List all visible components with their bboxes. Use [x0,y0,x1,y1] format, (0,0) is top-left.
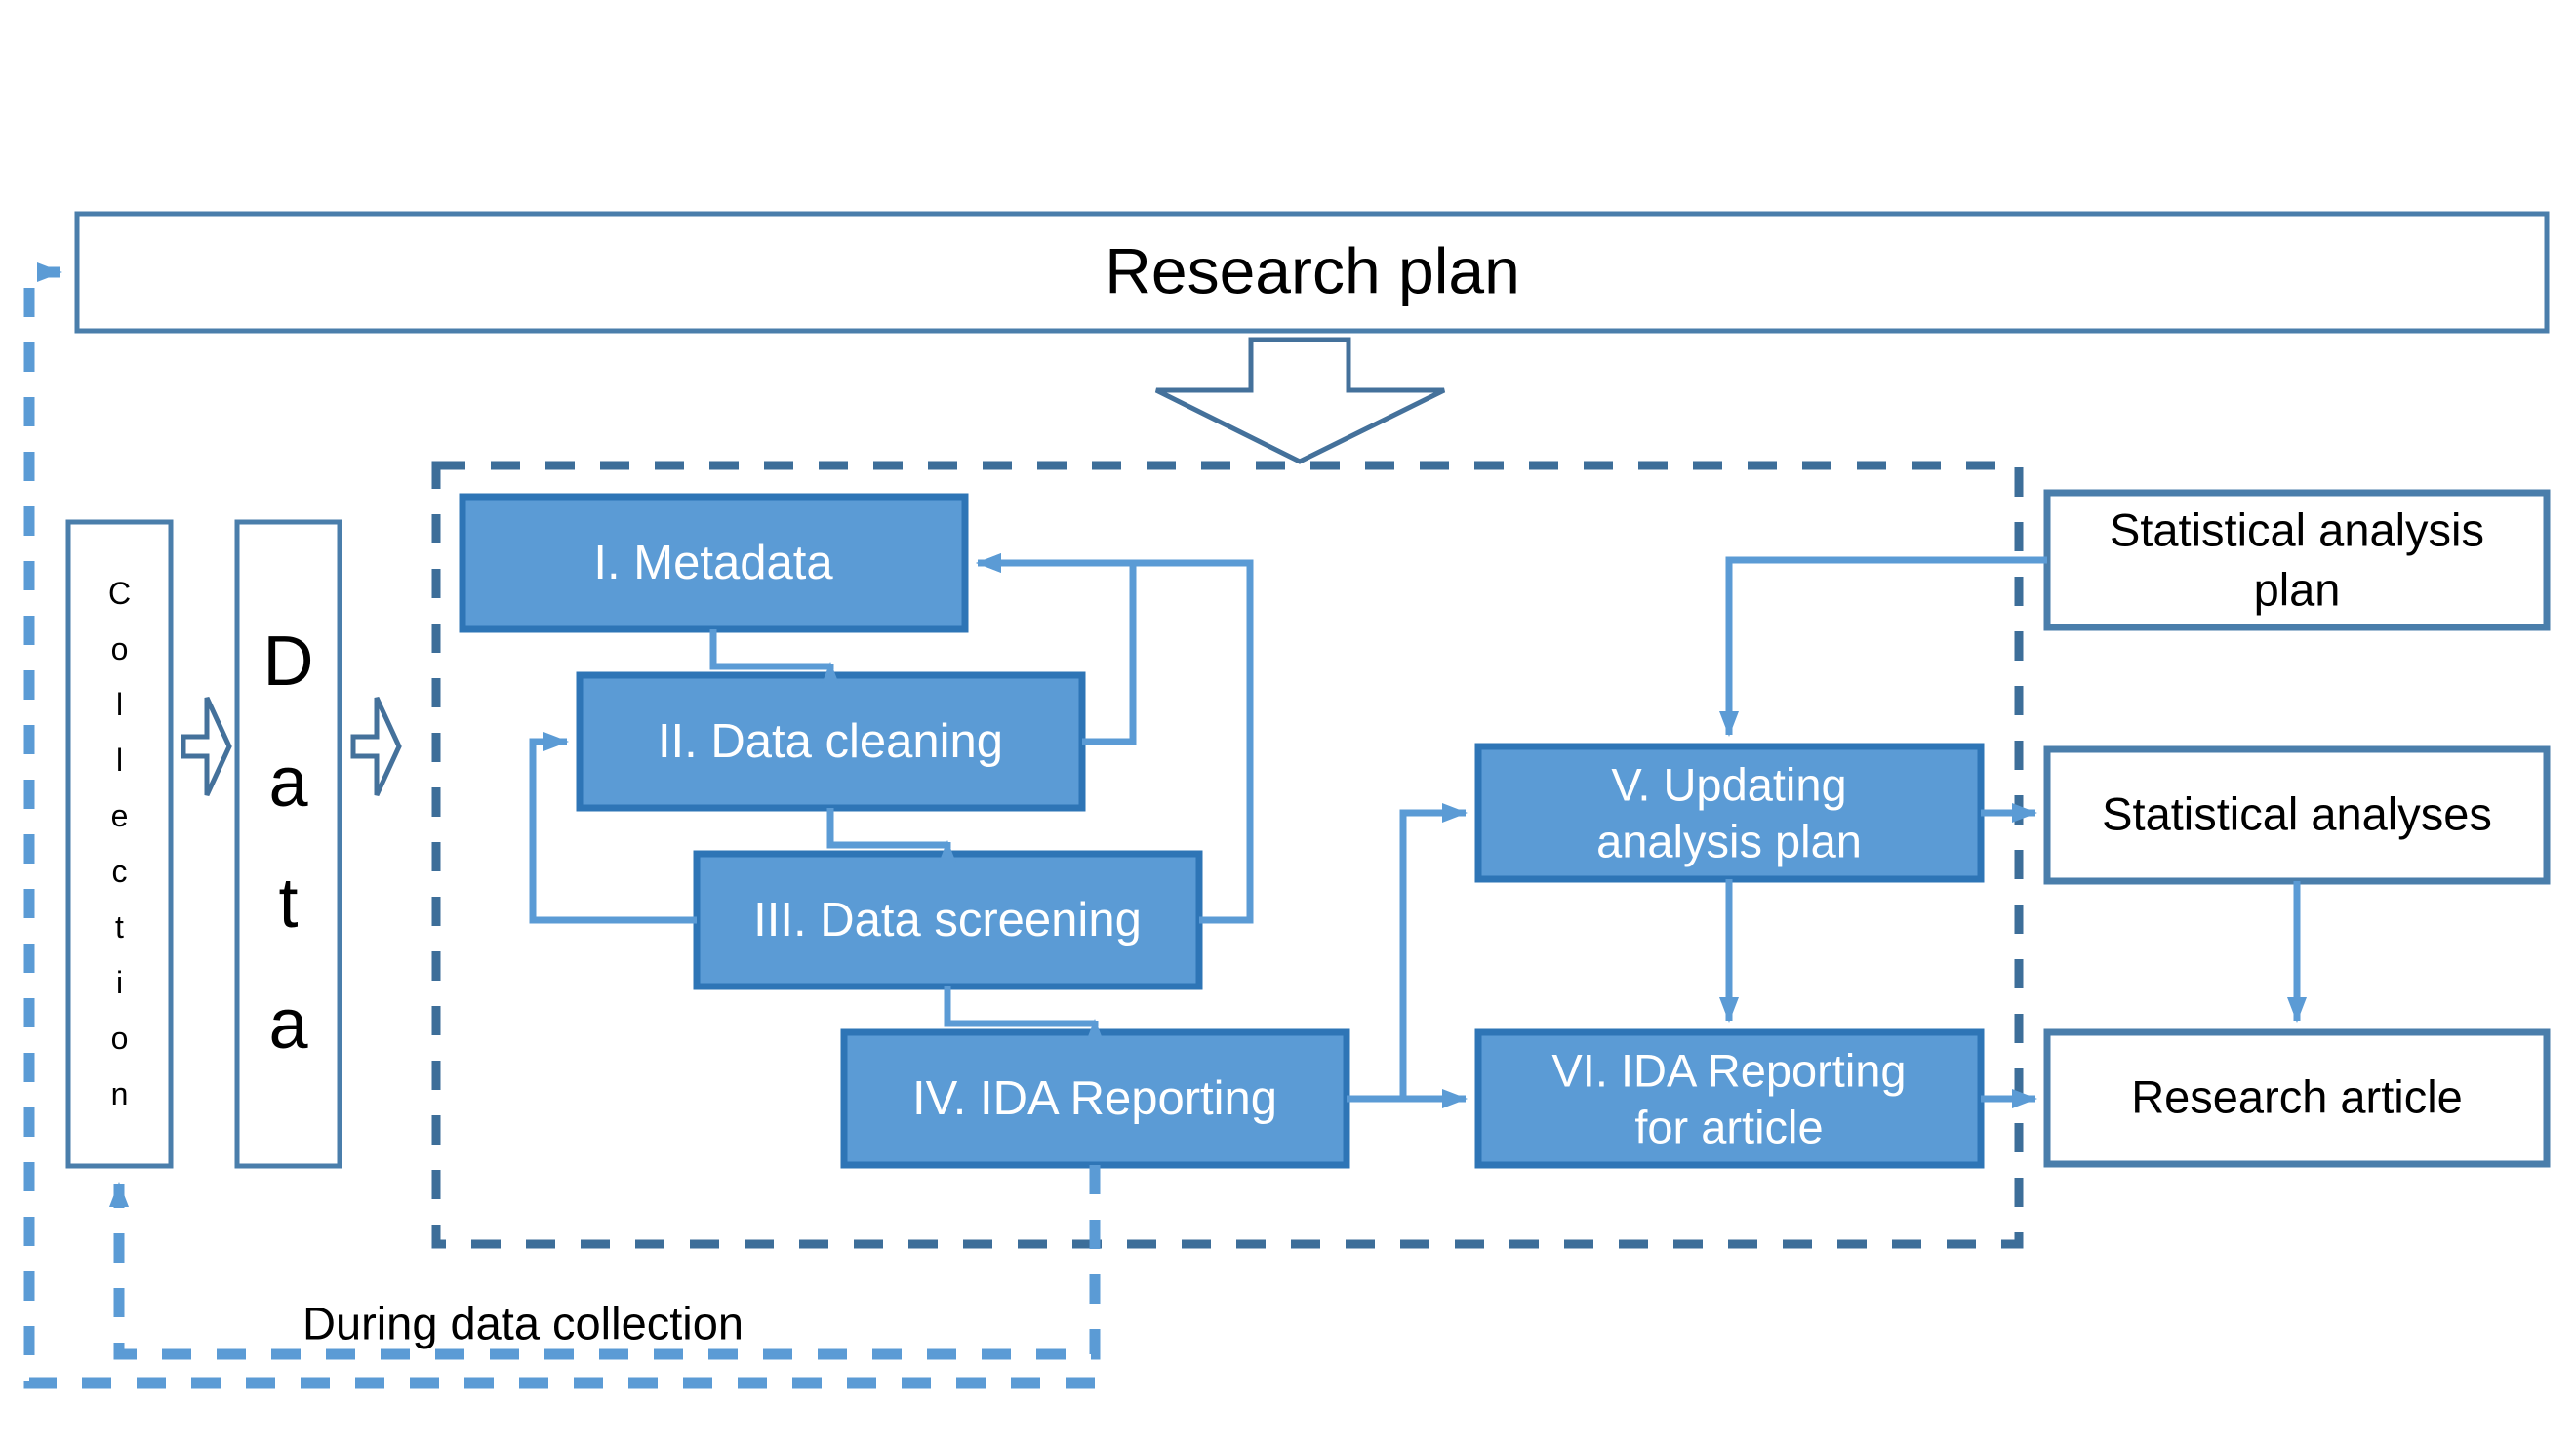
flowchart-canvas: Research plan I. Metadata II. Data clean… [23,211,2551,1389]
step-data-cleaning-label: II. Data cleaning [658,715,1003,768]
data-letter: a [268,744,308,823]
connector-metadata-to-cleaning [709,629,840,687]
footnote-label: During data collection [302,1297,744,1348]
data-letter: a [268,985,308,1064]
flowchart-diagram: Research plan I. Metadata II. Data clean… [0,0,2576,1449]
data-letter: t [278,865,299,943]
collection-letter: i [115,964,124,1000]
stat-analysis-plan-label-line2: plan [2254,563,2341,615]
collection-letter: o [110,631,129,667]
data-label-stack: D a t a [237,522,340,1166]
connector-screening-to-reporting [944,986,1105,1044]
connector-reporting-to-updating-plan [1399,803,1468,1099]
stat-analysis-plan-label-line1: Statistical analysis [2110,503,2484,555]
research-plan-label: Research plan [1105,234,1520,306]
step-updating-plan-label-line2: analysis plan [1596,815,1862,866]
collection-letter: l [115,743,124,779]
chevron-arrow-right-icon-2 [350,696,402,797]
data-letter: D [262,623,314,702]
step-metadata-label: I. Metadata [593,537,833,589]
collection-label-stack: C o l l e c t i o n [68,522,171,1166]
step-ida-reporting-article-label-line2: for article [1634,1101,1823,1152]
dashed-feedback-to-research-plan [23,262,1095,1389]
collection-letter: C [107,576,132,612]
collection-letter: c [111,854,128,889]
step-ida-reporting-article-label-line1: VI. IDA Reporting [1551,1044,1906,1096]
collection-letter: o [110,1020,129,1056]
connector-cleaning-to-screening [826,808,957,865]
collection-letter: e [110,798,129,834]
collection-letter: n [110,1075,129,1111]
chevron-arrow-right-icon-1 [181,696,232,797]
collection-letter: t [115,908,124,945]
research-article-label: Research article [2131,1070,2463,1122]
connector-stat-plan-to-updating-plan [1719,556,2047,737]
step-updating-plan-label-line1: V. Updating [1611,758,1846,810]
block-arrow-down-icon [1154,337,1446,464]
collection-letter: l [115,687,124,723]
step-ida-reporting-label: IV. IDA Reporting [912,1072,1277,1125]
step-data-screening-label: III. Data screening [753,894,1142,946]
stat-analyses-label: Statistical analyses [2102,787,2492,839]
